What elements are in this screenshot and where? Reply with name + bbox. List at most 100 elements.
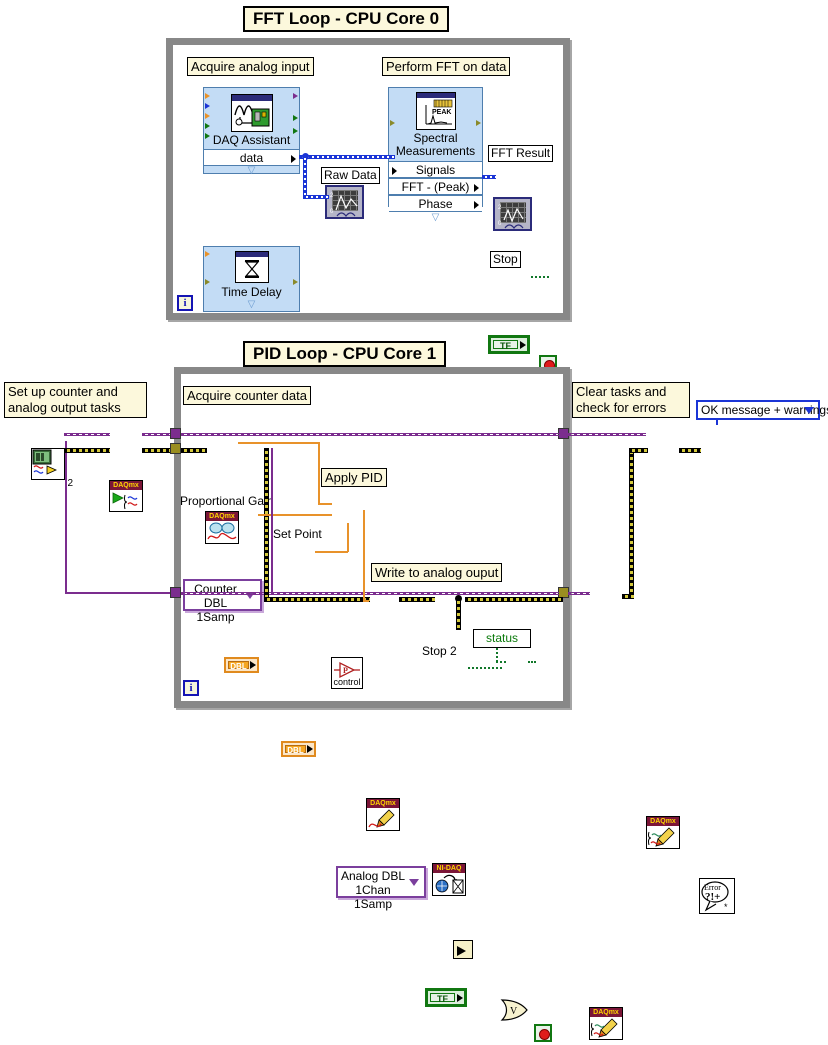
set-point-type-label: DBL — [285, 745, 306, 755]
wire-error-out-bottom — [622, 594, 634, 599]
right-arrow-icon — [457, 945, 466, 956]
stop-control-label: Stop — [490, 251, 521, 268]
chevron-down-icon[interactable] — [804, 407, 814, 414]
time-delay-express-vi[interactable]: Time Delay ▽ — [203, 246, 300, 312]
counter-read-type-constant[interactable]: Counter DBL 1Samp — [183, 579, 262, 624]
stop2-terminal-glyph — [538, 1028, 550, 1040]
comment-write-analog-output: Write to analog ouput — [371, 563, 503, 582]
wire-error-status-branch — [456, 598, 461, 630]
error-handler-type-ring[interactable]: OK message + warnings — [696, 400, 828, 420]
spectral-terminal-phase-label: Phase — [418, 197, 453, 211]
wire-error-wait-to-tunnel — [465, 597, 563, 602]
daq-clear-task-icon-2[interactable]: DAQmx — [589, 1007, 623, 1040]
analog-write-type-constant[interactable]: Analog DBL 1Chan 1Samp — [336, 866, 426, 911]
proportional-gain-terminal-arrow — [250, 661, 256, 669]
spectral-input-terminal-arrows — [389, 88, 397, 138]
daq-start-task-icon[interactable]: DAQmx — [109, 480, 143, 512]
time-delay-expand-chevron[interactable]: ▽ — [204, 300, 299, 310]
wire-task-branch-down — [65, 441, 67, 593]
spectral-label-line2: Measurements — [395, 144, 476, 158]
daq-read-glyph — [206, 521, 238, 543]
svg-text:0: 0 — [330, 209, 334, 215]
loop-tunnel-error-in[interactable] — [170, 443, 181, 454]
wire-counter-to-pid — [318, 503, 332, 505]
daq-write-icon[interactable]: DAQmx — [366, 798, 400, 831]
stop2-boolean-control[interactable]: TF — [425, 988, 467, 1007]
time-delay-label: Time Delay — [221, 285, 282, 299]
daq-clear-task-2-glyph — [590, 1017, 622, 1039]
daq-assistant-data-terminal[interactable]: data — [204, 149, 299, 166]
set-point-control[interactable]: DBL — [281, 741, 316, 757]
wire-error-to-clear-task — [629, 448, 648, 453]
stop2-boolean-text: TF — [430, 993, 455, 1004]
status-indicator[interactable]: status — [473, 629, 531, 648]
comment-setup-tasks: Set up counter and analog output tasks — [4, 382, 147, 418]
wire-counter-read-out — [238, 442, 319, 444]
time-delay-icon — [235, 251, 269, 283]
daq-wait-icon[interactable]: NI-DAQ — [432, 863, 466, 896]
wire-error-bottom-run — [264, 597, 370, 602]
stop2-label: Stop 2 — [422, 644, 457, 658]
fft-loop-iteration-terminal: i — [177, 295, 193, 311]
pid-control-icon[interactable]: P control — [331, 657, 363, 689]
wire-setpoint-run — [315, 551, 348, 553]
spectral-measurements-icon: PEAK — [416, 92, 456, 130]
spectral-measurements-express-vi[interactable]: PEAK Spectral Measurements Signals FFT -… — [388, 87, 483, 223]
wire-error-into-read — [181, 448, 207, 453]
wire-pid-out-to-write — [363, 600, 369, 602]
wire-task-inside-top — [181, 433, 559, 436]
spectral-terminal-phase[interactable]: Phase — [389, 195, 482, 212]
loop-tunnel-task-in[interactable] — [170, 428, 181, 439]
spectral-terminal-signals[interactable]: Signals — [389, 161, 482, 178]
fft-while-loop[interactable]: Acquire analog input Perform FFT on data — [166, 38, 570, 373]
daq-clear-task-icon[interactable]: DAQmx — [646, 816, 680, 849]
daq-clear-task-glyph — [647, 826, 679, 848]
chevron-down-icon-analog[interactable] — [409, 879, 419, 886]
proportional-gain-label: Proportional Gain — [180, 494, 274, 508]
daq-assistant-expand-chevron[interactable]: ▽ — [204, 166, 299, 176]
or-gate-icon[interactable]: V — [500, 999, 530, 1021]
svg-text:0: 0 — [498, 221, 502, 227]
stop-boolean-control[interactable]: TF — [488, 335, 530, 354]
wire-fft-peak-to-result — [482, 175, 496, 179]
stop2-boolean-terminal-arrow — [457, 993, 463, 1002]
wire-ring-to-handler — [716, 420, 718, 425]
daq-wait-glyph — [433, 873, 465, 895]
wire-task-inside-lower — [181, 592, 559, 595]
wire-task-read-branch-down — [271, 448, 273, 594]
daqmx-banner-clear-2: DAQmx — [590, 1008, 622, 1017]
channel-count-label: 2 — [67, 478, 73, 489]
daqmx-banner-write: DAQmx — [367, 799, 399, 808]
wire-task-out-top-run — [568, 433, 646, 436]
counter-read-type-line1: Counter DBL 1Samp — [194, 582, 237, 624]
nidaq-banner-wait: NI-DAQ — [433, 864, 465, 873]
spectral-terminal-fft-peak[interactable]: FFT - (Peak) — [389, 178, 482, 195]
wire-data-branch-down — [303, 155, 307, 199]
wire-status-to-or-v — [496, 648, 499, 662]
daq-write-glyph — [367, 808, 399, 830]
error-handler-icon[interactable]: Error ?!+ * — [699, 878, 735, 914]
fft-loop-title: FFT Loop - CPU Core 0 — [243, 6, 450, 32]
spectral-output-terminal-arrows — [474, 88, 482, 138]
svg-text:V: V — [510, 1006, 518, 1017]
pid-control-label: control — [333, 677, 361, 687]
proportional-gain-control[interactable]: DBL — [224, 657, 259, 673]
loop-tunnel-task-in-2[interactable] — [170, 587, 181, 598]
set-point-label: Set Point — [273, 527, 322, 541]
daq-assistant-data-label: data — [239, 151, 264, 165]
spectral-expand-chevron[interactable]: ▽ — [389, 213, 482, 223]
wire-setpoint-up — [347, 523, 349, 552]
raw-data-label: Raw Data — [321, 167, 380, 184]
stop-boolean-terminal-arrow — [520, 340, 526, 349]
raw-data-graph-indicator[interactable]: 2 0 — [325, 185, 364, 219]
daq-create-channel-icon[interactable]: 2 — [31, 448, 73, 489]
wire-error-clear-to-handler — [679, 448, 701, 453]
fft-result-graph-indicator[interactable]: 2 0 — [493, 197, 532, 231]
pid-loop-stop-terminal[interactable] — [534, 1024, 552, 1042]
comment-acquire-counter-data: Acquire counter data — [183, 386, 311, 405]
status-conversion-node[interactable] — [453, 940, 473, 959]
daq-assistant-icon — [231, 94, 273, 132]
set-point-terminal-arrow — [307, 745, 313, 753]
daq-read-icon[interactable]: DAQmx — [205, 511, 239, 544]
daq-assistant-express-vi[interactable]: DAQ Assistant data ▽ — [203, 87, 300, 176]
